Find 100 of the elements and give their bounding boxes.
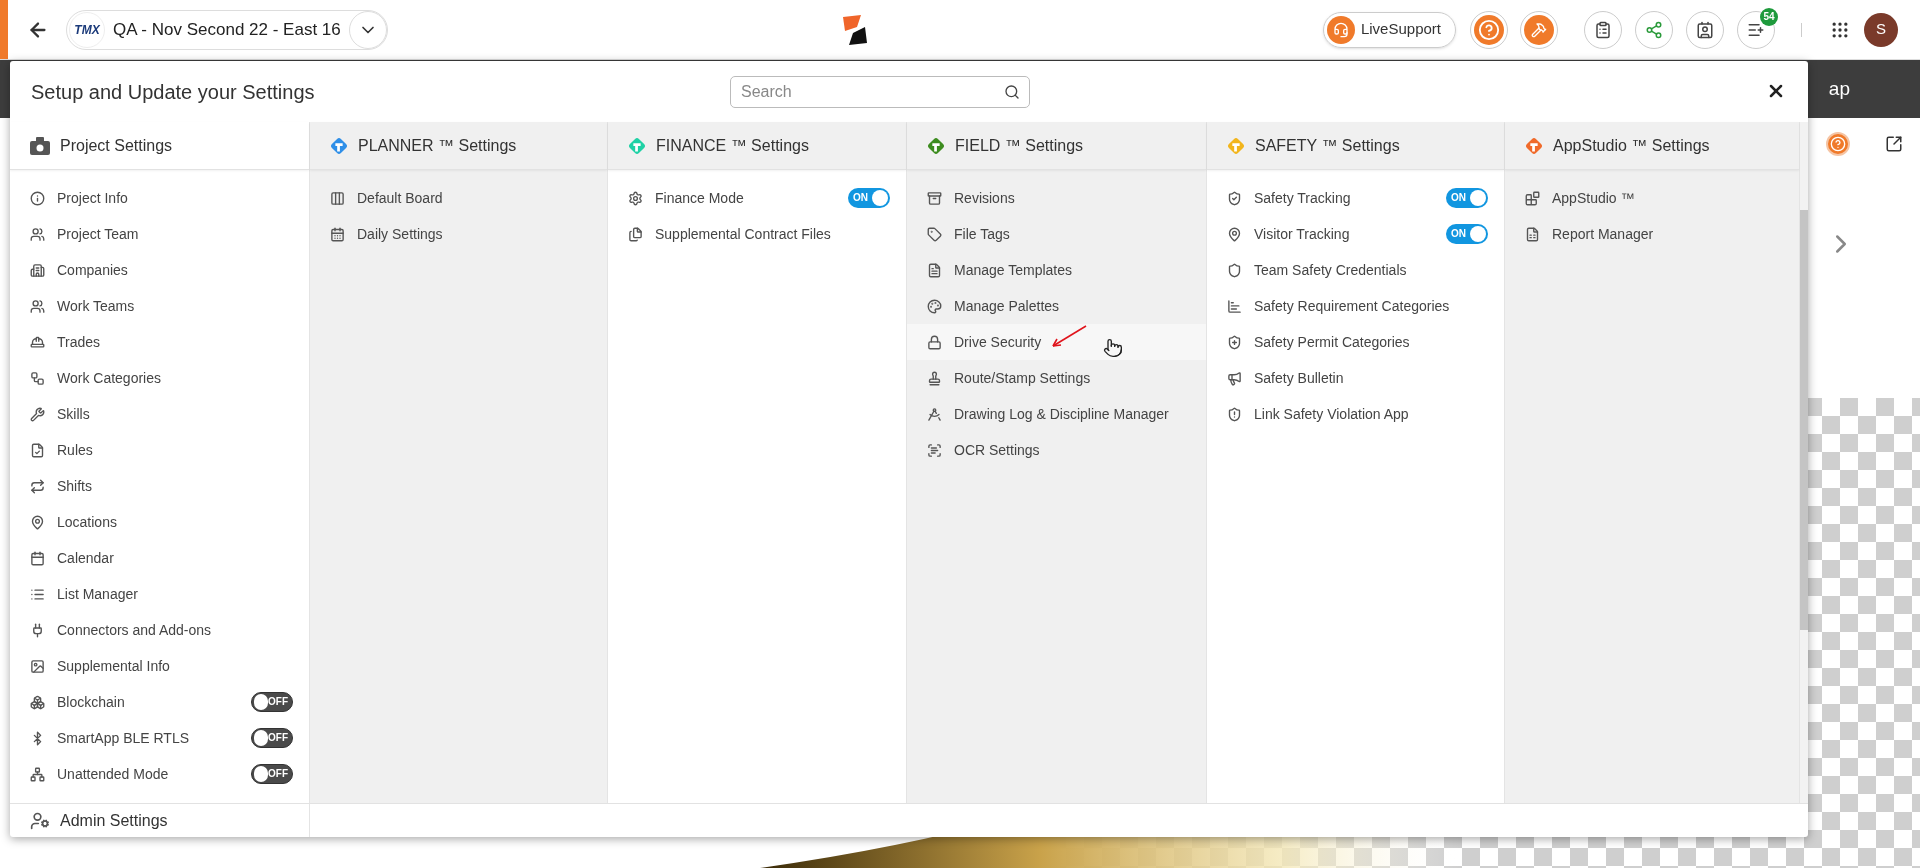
toggle-switch[interactable]: OFF xyxy=(251,692,293,712)
item-label: Safety Tracking xyxy=(1254,188,1351,208)
settings-item[interactable]: File Tags xyxy=(907,216,1206,252)
settings-item[interactable]: Connectors and Add-ons xyxy=(10,612,309,648)
item-label: Safety Requirement Categories xyxy=(1254,296,1450,316)
settings-item[interactable]: Safety Tracking ON xyxy=(1207,180,1504,216)
project-title: QA - Nov Second 22 - East 16 xyxy=(113,18,341,41)
contact-card-icon xyxy=(1696,20,1714,39)
item-label: List Manager xyxy=(57,584,138,604)
item-label: Rules xyxy=(57,440,93,460)
item-label: Calendar xyxy=(57,548,114,568)
settings-item[interactable]: Supplemental Info xyxy=(10,648,309,684)
settings-item[interactable]: Unattended Mode OFF xyxy=(10,756,309,792)
lock-icon xyxy=(927,334,942,350)
item-label: Team Safety Credentials xyxy=(1254,260,1407,280)
plug-icon xyxy=(30,622,45,638)
settings-item[interactable]: Manage Palettes xyxy=(907,288,1206,324)
settings-item[interactable]: Supplemental Contract Files xyxy=(608,216,906,252)
item-label: Manage Palettes xyxy=(954,296,1060,316)
image-icon xyxy=(30,658,45,674)
scrollbar-thumb[interactable] xyxy=(1800,210,1808,630)
settings-item[interactable]: Safety Requirement Categories xyxy=(1207,288,1504,324)
item-label: Skills xyxy=(57,404,90,424)
item-label: File Tags xyxy=(954,224,1010,244)
item-label: Drawing Log & Discipline Manager xyxy=(954,404,1169,424)
settings-item[interactable]: AppStudio ™ xyxy=(1505,180,1799,216)
settings-item[interactable]: Team Safety Credentials xyxy=(1207,252,1504,288)
toggle-switch[interactable]: OFF xyxy=(251,728,293,748)
settings-item[interactable]: Rules xyxy=(10,432,309,468)
settings-item[interactable]: Drive Security xyxy=(907,324,1206,360)
settings-item[interactable]: Locations xyxy=(10,504,309,540)
settings-item[interactable]: Project Info xyxy=(10,180,309,216)
headset-icon xyxy=(1326,15,1355,44)
column-title: PLANNER ™ Settings xyxy=(358,135,517,156)
settings-item[interactable]: Default Board xyxy=(310,180,607,216)
settings-item[interactable]: Link Safety Violation App xyxy=(1207,396,1504,432)
nav-tab[interactable]: ap xyxy=(1828,74,1850,104)
repeat-icon xyxy=(30,478,45,494)
item-label: Project Info xyxy=(57,188,128,208)
settings-item[interactable]: Revisions xyxy=(907,180,1206,216)
item-label: Project Team xyxy=(57,224,139,244)
item-label: Unattended Mode xyxy=(57,764,169,784)
settings-item[interactable]: Daily Settings xyxy=(310,216,607,252)
shield-icon xyxy=(1227,262,1242,278)
section-title: Admin Settings xyxy=(60,810,168,831)
settings-item[interactable]: Visitor Tracking ON xyxy=(1207,216,1504,252)
item-label: Daily Settings xyxy=(357,224,443,244)
workflow-icon xyxy=(30,370,45,386)
item-label: Visitor Tracking xyxy=(1254,224,1350,244)
accent-strip xyxy=(0,0,8,59)
search-field[interactable]: Search xyxy=(730,76,1030,108)
location-icon xyxy=(30,514,45,530)
megaphone-icon xyxy=(1227,370,1242,386)
tools-icon xyxy=(30,406,45,422)
settings-item[interactable]: Safety Bulletin xyxy=(1207,360,1504,396)
settings-item[interactable]: Work Categories xyxy=(10,360,309,396)
chart-icon xyxy=(1227,298,1242,314)
settings-item[interactable]: Drawing Log & Discipline Manager xyxy=(907,396,1206,432)
settings-item[interactable]: Project Team xyxy=(10,216,309,252)
column-title: FIELD ™ Settings xyxy=(955,135,1084,156)
settings-item[interactable]: Calendar xyxy=(10,540,309,576)
info-icon xyxy=(30,190,45,206)
column-title: AppStudio ™ Settings xyxy=(1553,135,1710,156)
blocks-icon xyxy=(30,694,45,710)
settings-item[interactable]: List Manager xyxy=(10,576,309,612)
settings-item[interactable]: Shifts xyxy=(10,468,309,504)
settings-item[interactable]: Blockchain OFF xyxy=(10,684,309,720)
item-label: AppStudio ™ xyxy=(1552,188,1635,208)
settings-item[interactable]: Companies xyxy=(10,252,309,288)
item-label: Safety Bulletin xyxy=(1254,368,1344,388)
shield-icon xyxy=(1227,334,1242,350)
settings-item[interactable]: Finance Mode ON xyxy=(608,180,906,216)
user-avatar[interactable]: S xyxy=(1864,12,1898,47)
external-link-icon[interactable] xyxy=(1884,135,1903,153)
settings-item[interactable]: Work Teams xyxy=(10,288,309,324)
network-icon xyxy=(30,766,45,782)
stamp-icon xyxy=(927,370,942,386)
item-label: Route/Stamp Settings xyxy=(954,368,1091,388)
item-label: Blockchain xyxy=(57,692,125,712)
help-icon[interactable] xyxy=(1825,132,1850,156)
tag-icon xyxy=(927,226,942,242)
settings-item[interactable]: Safety Permit Categories xyxy=(1207,324,1504,360)
search-icon xyxy=(1004,84,1020,100)
item-label: Connectors and Add-ons xyxy=(57,620,212,640)
column-title: Project Settings xyxy=(60,135,173,156)
help-icon xyxy=(1478,18,1500,41)
report-icon xyxy=(1525,226,1540,242)
settings-item[interactable]: Trades xyxy=(10,324,309,360)
blocks-icon xyxy=(1525,190,1540,206)
settings-item[interactable]: OCR Settings xyxy=(907,432,1206,468)
settings-item[interactable]: Skills xyxy=(10,396,309,432)
settings-item[interactable]: SmartApp BLE RTLS OFF xyxy=(10,720,309,756)
item-label: Revisions xyxy=(954,188,1015,208)
location-icon xyxy=(1227,226,1242,242)
item-label: SmartApp BLE RTLS xyxy=(57,728,190,748)
settings-item[interactable]: Report Manager xyxy=(1505,216,1799,252)
settings-item[interactable]: Route/Stamp Settings xyxy=(907,360,1206,396)
shield-icon xyxy=(1227,190,1242,206)
settings-item[interactable]: Manage Templates xyxy=(907,252,1206,288)
toggle-switch[interactable]: OFF xyxy=(251,764,293,784)
